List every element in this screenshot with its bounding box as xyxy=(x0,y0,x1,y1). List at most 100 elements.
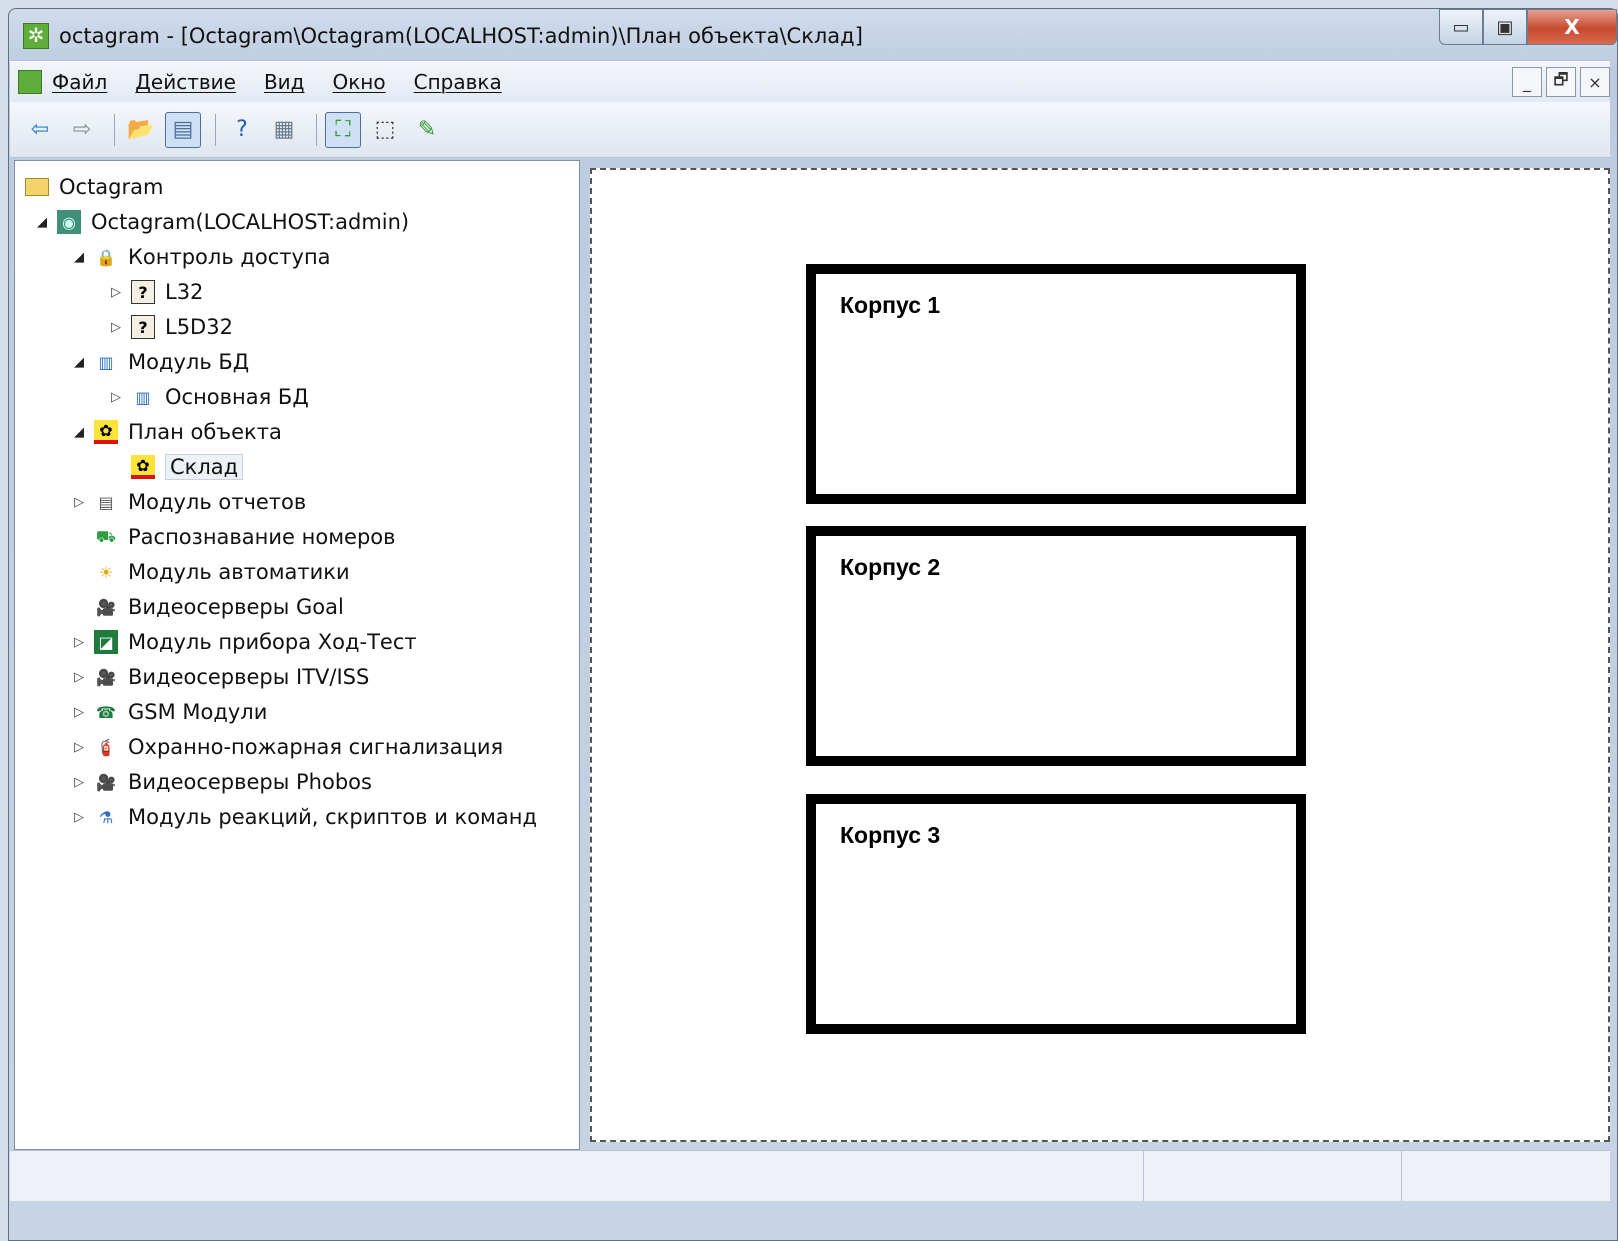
expand-toggle-icon[interactable]: ▷ xyxy=(70,635,88,650)
building-3[interactable]: Корпус 3 xyxy=(806,794,1306,1034)
database-icon: ▥ xyxy=(98,352,114,372)
building-label: Корпус 1 xyxy=(840,292,941,318)
collapse-toggle-icon[interactable]: ◢ xyxy=(70,250,88,265)
tree-item-label: Контроль доступа xyxy=(128,245,331,269)
expand-toggle-icon[interactable]: ▷ xyxy=(70,810,88,825)
menu-help[interactable]: Справка xyxy=(414,70,502,94)
tree-item-label: Модуль реакций, скриптов и команд xyxy=(128,805,538,829)
tree-item[interactable]: ▷ ▤ Модуль отчетов xyxy=(70,486,306,518)
tree-item-label: Видеосерверы ITV/ISS xyxy=(128,665,370,689)
tree-item-label: Распознавание номеров xyxy=(128,525,396,549)
building-2[interactable]: Корпус 2 xyxy=(806,526,1306,766)
expand-toggle-icon[interactable]: ▷ xyxy=(107,320,125,335)
help-icon: ? xyxy=(236,117,248,142)
help-button[interactable]: ? xyxy=(224,112,260,148)
tree-item[interactable]: ▷? L5D32 xyxy=(107,311,233,343)
unknown-device-icon: ? xyxy=(131,315,155,339)
tree-item[interactable]: ◢ ◉ Octagram(LOCALHOST:admin) xyxy=(33,206,409,238)
menu-window[interactable]: Окно xyxy=(332,70,385,94)
expand-toggle-icon[interactable]: ▷ xyxy=(70,775,88,790)
tree-item[interactable]: ◢ 🔒 Контроль доступа xyxy=(70,241,331,273)
tree-item[interactable]: ▷ ◪ Модуль прибора Ход-Тест xyxy=(70,626,417,658)
expand-toggle-icon[interactable]: ▷ xyxy=(70,705,88,720)
menu-file[interactable]: Файл xyxy=(52,70,107,94)
status-cell xyxy=(1402,1151,1610,1201)
tree-item[interactable]: ▷ ⚗ Модуль реакций, скриптов и команд xyxy=(70,801,537,833)
tree-item[interactable]: ▷ 🎥 Видеосерверы ITV/ISS xyxy=(70,661,369,693)
mdi-close-button[interactable]: × xyxy=(1580,67,1610,97)
phone-icon: ☎ xyxy=(96,702,116,722)
automation-icon: ☀ xyxy=(98,562,114,582)
tree-item-label: Основная БД xyxy=(165,385,309,409)
tree-item-label: L32 xyxy=(165,280,204,304)
edit-mode-icon: ✎ xyxy=(417,117,437,142)
show-tree-icon: ▤ xyxy=(172,117,194,142)
up-folder-button[interactable]: 📂 xyxy=(123,112,159,148)
building-1[interactable]: Корпус 1 xyxy=(806,264,1306,504)
report-icon: ▤ xyxy=(98,492,114,512)
mdi-controls: _ 🗗 × xyxy=(1512,67,1610,97)
tree-item[interactable]: ▷ ☎ GSM Модули xyxy=(70,696,267,728)
camera-icon: 🎥 xyxy=(96,772,116,792)
tree-item-label: Модуль прибора Ход-Тест xyxy=(128,630,417,654)
tree-item[interactable]: ▷ 🎥 Видеосерверы Phobos xyxy=(70,766,372,798)
up-folder-icon: 📂 xyxy=(127,117,155,142)
title-bar[interactable]: ✲ octagram - [Octagram\Octagram(LOCALHOS… xyxy=(9,9,1617,63)
expand-toggle-icon[interactable]: ▷ xyxy=(107,390,125,405)
tree-item[interactable]: ⛟ Распознавание номеров xyxy=(70,521,396,553)
show-pane-icon: ▦ xyxy=(273,117,295,142)
tree-item-label: Видеосерверы Phobos xyxy=(128,770,372,794)
select-mode-icon: ⛶ xyxy=(335,117,351,142)
tree-item[interactable]: ▷ ▥ Основная БД xyxy=(107,381,309,413)
expand-toggle-icon[interactable]: ▷ xyxy=(70,670,88,685)
tree-item[interactable]: ✿ Склад xyxy=(107,451,244,483)
menu-bar: Файл Действие Вид Окно Справка _ 🗗 × xyxy=(10,60,1610,103)
tree-item-label: Охранно-пожарная сигнализация xyxy=(128,735,504,759)
show-pane-button[interactable]: ▦ xyxy=(266,112,302,148)
collapse-toggle-icon[interactable]: ◢ xyxy=(33,215,51,230)
expand-toggle-icon[interactable]: ▷ xyxy=(70,495,88,510)
window-controls: ▭ ▣ X xyxy=(1439,9,1617,45)
plan-canvas[interactable]: Корпус 1 Корпус 2 Корпус 3 xyxy=(590,168,1610,1142)
menu-action[interactable]: Действие xyxy=(135,70,236,94)
camera-icon: 🎥 xyxy=(96,667,116,687)
tree-item-label: План объекта xyxy=(128,420,282,444)
lock-icon: 🔒 xyxy=(96,247,116,267)
tree-item-label: Octagram xyxy=(59,175,164,199)
expand-toggle-icon[interactable]: ▷ xyxy=(107,285,125,300)
tree-item[interactable]: ▷? L32 xyxy=(107,276,203,308)
back-arrow-button[interactable]: ⇦ xyxy=(22,112,58,148)
tree-item-label: GSM Модули xyxy=(128,700,268,724)
fire-extinguisher-icon: 🧯 xyxy=(96,737,116,757)
show-tree-button[interactable]: ▤ xyxy=(165,111,201,148)
mdi-child-icon[interactable] xyxy=(18,70,42,94)
tree-item-label: L5D32 xyxy=(165,315,233,339)
forward-arrow-button[interactable]: ⇨ xyxy=(64,112,100,148)
toolbar-separator xyxy=(114,113,115,146)
tree-item[interactable]: ◢ ✿ План объекта xyxy=(70,416,282,448)
window-title: octagram - [Octagram\Octagram(LOCALHOST:… xyxy=(59,24,863,48)
console-tree[interactable]: ▭ Octagram ◢ ◉ Octagram(LOCALHOST:admin) ◢ 🔒 Ко… xyxy=(14,160,580,1150)
back-arrow-icon: ⇦ xyxy=(30,117,50,142)
tree-item-label: Модуль отчетов xyxy=(128,490,307,514)
tree-item[interactable]: ▷ 🧯 Охранно-пожарная сигнализация xyxy=(70,731,503,763)
mdi-minimize-button[interactable]: _ xyxy=(1512,67,1542,97)
tree-item[interactable]: ▭ Octagram xyxy=(25,171,163,203)
building-label: Корпус 2 xyxy=(840,554,941,580)
select-mode-button[interactable]: ⛶ xyxy=(325,111,361,148)
menu-view[interactable]: Вид xyxy=(264,70,305,94)
tree-item[interactable]: ☀ Модуль автоматики xyxy=(70,556,350,588)
mdi-restore-button[interactable]: 🗗 xyxy=(1546,67,1576,97)
tree-item[interactable]: ◢ ▥ Модуль БД xyxy=(70,346,249,378)
forward-arrow-icon: ⇨ xyxy=(72,117,92,142)
tree-item[interactable]: 🎥 Видеосерверы Goal xyxy=(70,591,344,623)
expand-toggle-icon[interactable]: ▷ xyxy=(70,740,88,755)
edit-mode-button[interactable]: ✎ xyxy=(409,112,445,148)
server-icon: ◉ xyxy=(57,210,81,234)
rect-select-button[interactable]: ⬚ xyxy=(367,112,403,148)
collapse-toggle-icon[interactable]: ◢ xyxy=(70,355,88,370)
minimize-button[interactable]: ▭ xyxy=(1439,9,1483,45)
maximize-button[interactable]: ▣ xyxy=(1483,9,1527,45)
collapse-toggle-icon[interactable]: ◢ xyxy=(70,425,88,440)
close-button[interactable]: X xyxy=(1527,9,1617,45)
